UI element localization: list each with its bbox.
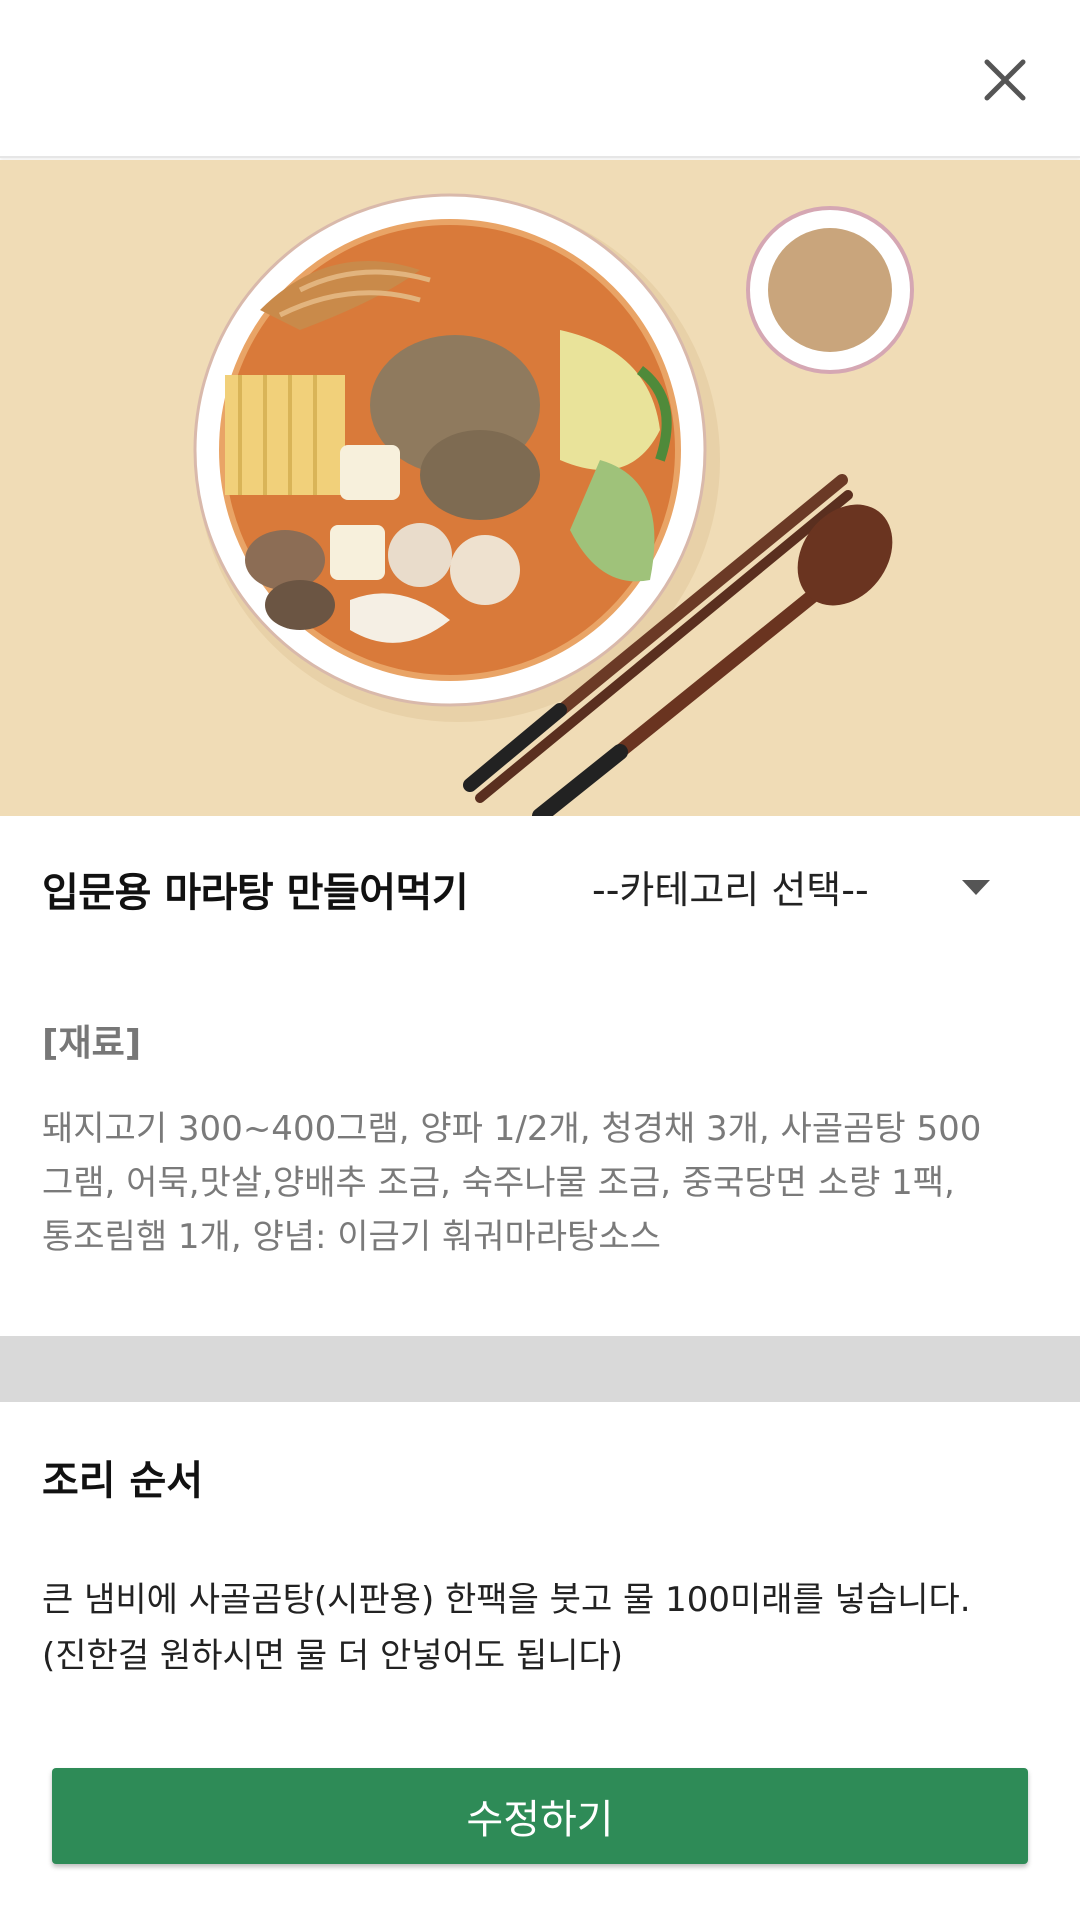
recipe-detail-screen: 입문용 마라탕 만들어먹기 --카테고리 선택-- [재료] 돼지고기 300~… <box>0 0 1080 1920</box>
step-line: 큰 냄비에 사골곰탕(시판용) 한팩을 붓고 물 100미래를 넣습니다. <box>42 1580 971 1620</box>
ingredients-section: [재료] 돼지고기 300~400그램, 양파 1/2개, 청경채 3개, 사골… <box>0 962 1080 1336</box>
step-line: (진한걸 원하시면 물 더 안넣어도 됩니다) <box>42 1636 624 1676</box>
recipe-title: 입문용 마라탕 만들어먹기 <box>42 870 469 916</box>
title-row: 입문용 마라탕 만들어먹기 --카테고리 선택-- <box>0 816 1080 962</box>
dropdown-arrow-icon <box>962 880 990 895</box>
ingredients-text: 돼지고기 300~400그램, 양파 1/2개, 청경채 3개, 사골곰탕 50… <box>42 1102 1042 1264</box>
ingredients-heading: [재료] <box>42 1023 142 1064</box>
section-divider <box>0 1336 1080 1402</box>
category-dropdown[interactable]: --카테고리 선택-- <box>592 846 1012 926</box>
step-description: 큰 냄비에 사골곰탕(시판용) 한팩을 붓고 물 100미래를 넣습니다. (진… <box>42 1572 1052 1684</box>
steps-heading: 조리 순서 <box>42 1458 204 1504</box>
cooking-steps-section: 조리 순서 큰 냄비에 사골곰탕(시판용) 한팩을 붓고 물 100미래를 넣습… <box>0 1402 1080 1762</box>
top-bar <box>0 0 1080 158</box>
category-dropdown-value: --카테고리 선택-- <box>592 867 869 912</box>
close-button[interactable] <box>965 45 1045 115</box>
close-icon <box>984 59 1026 101</box>
ingredients-line: 그램, 어묵,맛살,양배추 조금, 숙주나물 조금, 중국당면 소량 1팩, <box>42 1163 955 1203</box>
recipe-photo <box>0 160 1080 816</box>
ingredients-line: 통조림햄 1개, 양념: 이금기 훠궈마라탕소스 <box>42 1217 661 1257</box>
ingredients-line: 돼지고기 300~400그램, 양파 1/2개, 청경채 3개, 사골곰탕 50… <box>42 1109 982 1149</box>
edit-button[interactable]: 수정하기 <box>52 1768 1028 1864</box>
